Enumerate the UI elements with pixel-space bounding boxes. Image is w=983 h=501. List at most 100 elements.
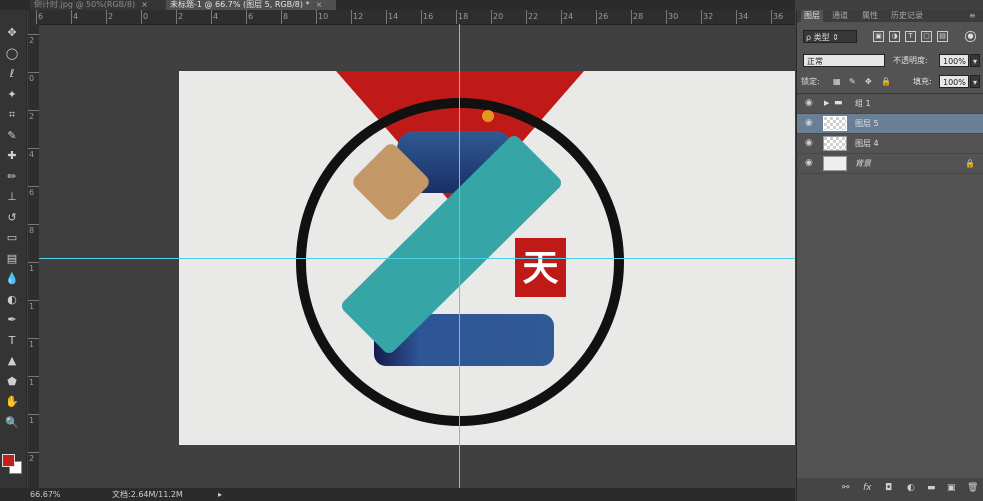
- document-workspace[interactable]: 天: [39, 25, 795, 488]
- tab-untitled-1[interactable]: 未标题-1 @ 66.7% (图层 5, RGB/8) * ×: [166, 0, 336, 10]
- blur-tool-icon[interactable]: 💧: [3, 270, 21, 287]
- ruler-label: 0: [143, 12, 149, 21]
- ruler-tick: [36, 10, 37, 24]
- filter-toggle-icon[interactable]: ●: [965, 31, 976, 42]
- ruler-label: 1: [29, 416, 35, 425]
- pen-tool-icon[interactable]: ✒: [3, 311, 21, 328]
- filter-type-select[interactable]: ρ 类型 ⇕: [803, 30, 857, 43]
- fx-icon[interactable]: fx: [863, 483, 872, 493]
- ruler-label: 1: [29, 264, 35, 273]
- ruler-tick: [316, 10, 317, 24]
- close-icon[interactable]: ×: [316, 0, 323, 9]
- eye-icon[interactable]: ◉: [805, 94, 813, 113]
- smart-object-filter-icon[interactable]: ▤: [937, 31, 948, 42]
- eye-icon[interactable]: ◉: [805, 134, 813, 153]
- tab-label: 倒计时.jpg @ 50%(RGB/8): [34, 0, 136, 9]
- healing-tool-icon[interactable]: ✚: [3, 147, 21, 164]
- panel-menu-icon[interactable]: ≡: [969, 10, 976, 22]
- tab-history[interactable]: 历史记录: [891, 10, 923, 22]
- close-icon[interactable]: ×: [141, 0, 148, 9]
- ruler-tick: [106, 10, 107, 24]
- tab-channels[interactable]: 通道: [832, 10, 848, 22]
- ruler-label: 8: [29, 226, 35, 235]
- fill-input[interactable]: 100%: [939, 75, 969, 88]
- eyedropper-tool-icon[interactable]: ✎: [3, 127, 21, 144]
- layer-thumbnail: [823, 156, 847, 171]
- hand-tool-icon[interactable]: ✋: [3, 393, 21, 410]
- ruler-tick: [771, 10, 772, 24]
- adjustment-filter-icon[interactable]: ◑: [889, 31, 900, 42]
- dodge-tool-icon[interactable]: ◐: [3, 291, 21, 308]
- ruler-tick: [351, 10, 352, 24]
- eye-icon[interactable]: ◉: [805, 154, 813, 173]
- ruler-tick: [246, 10, 247, 24]
- ruler-label: 6: [38, 12, 44, 21]
- ruler-horizontal[interactable]: 6 4 2 0 2 4 6 8 10 12 14 16 18 20 22 24 26 28 30 32 34 36: [28, 10, 795, 25]
- zoom-tool-icon[interactable]: 🔍: [3, 414, 21, 431]
- history-brush-tool-icon[interactable]: ↺: [3, 209, 21, 226]
- magic-wand-tool-icon[interactable]: ✦: [3, 86, 21, 103]
- lock-transparent-icon[interactable]: ▦: [833, 74, 841, 90]
- ruler-tick: [596, 10, 597, 24]
- shape-filter-icon[interactable]: ▢: [921, 31, 932, 42]
- ruler-tick: [736, 10, 737, 24]
- ruler-tick: [666, 10, 667, 24]
- ruler-label: 16: [423, 12, 434, 21]
- expand-arrow-icon[interactable]: ▶: [824, 94, 829, 113]
- document-tab-bar: 倒计时.jpg @ 50%(RGB/8) × 未标题-1 @ 66.7% (图层 …: [0, 0, 795, 10]
- opacity-dropdown-icon[interactable]: ▾: [970, 54, 980, 67]
- foreground-color-swatch[interactable]: [2, 454, 15, 467]
- ruler-label: 6: [29, 188, 35, 197]
- lock-all-icon[interactable]: 🔒: [881, 74, 891, 90]
- blend-mode-select[interactable]: 正常: [803, 54, 885, 67]
- ruler-label: 0: [29, 74, 35, 83]
- ruler-tick: [28, 376, 39, 377]
- layer-name: 图层 4: [855, 139, 879, 148]
- eraser-tool-icon[interactable]: ▭: [3, 229, 21, 246]
- lasso-tool-icon[interactable]: ℓ: [3, 65, 21, 82]
- opacity-input[interactable]: 100%: [939, 54, 969, 67]
- ruler-label: 28: [633, 12, 644, 21]
- fill-dropdown-icon[interactable]: ▾: [970, 75, 980, 88]
- ruler-vertical[interactable]: 2 0 2 4 6 8 1 1 1 1 1 2: [28, 24, 39, 488]
- crop-tool-icon[interactable]: ⌗: [3, 106, 21, 123]
- status-menu-arrow-icon[interactable]: ▸: [218, 488, 222, 501]
- shape-tool-icon[interactable]: ⬟: [3, 373, 21, 390]
- vertical-guide[interactable]: [459, 24, 460, 494]
- logo-character: 天: [522, 248, 558, 289]
- type-filter-icon[interactable]: T: [905, 31, 916, 42]
- layer-row-layer-4[interactable]: ◉ 图层 4: [797, 134, 983, 154]
- ruler-tick: [526, 10, 527, 24]
- lock-position-icon[interactable]: ✥: [865, 74, 872, 90]
- move-tool-icon[interactable]: ✥: [3, 24, 21, 41]
- gradient-tool-icon[interactable]: ▤: [3, 250, 21, 267]
- layer-row-background[interactable]: ◉ 背景 🔒: [797, 154, 983, 174]
- link-icon[interactable]: ⚯: [842, 483, 850, 493]
- type-tool-icon[interactable]: T: [3, 332, 21, 349]
- layer-row-layer-5[interactable]: ◉ 图层 5: [797, 114, 983, 134]
- pixel-filter-icon[interactable]: ▣: [873, 31, 884, 42]
- ruler-label: 30: [668, 12, 679, 21]
- eye-icon[interactable]: ◉: [805, 114, 813, 133]
- horizontal-guide[interactable]: [39, 258, 795, 259]
- brush-tool-icon[interactable]: ✏: [3, 168, 21, 185]
- marquee-tool-icon[interactable]: ◯: [3, 45, 21, 62]
- adjustment-icon[interactable]: ◐: [907, 483, 915, 493]
- ruler-tick: [211, 10, 212, 24]
- new-layer-icon[interactable]: ▣: [947, 483, 956, 493]
- stamp-tool-icon[interactable]: ⊥: [3, 188, 21, 205]
- mask-icon[interactable]: ◘: [885, 483, 892, 493]
- path-selection-tool-icon[interactable]: ▲: [3, 352, 21, 369]
- tab-countdown-jpg[interactable]: 倒计时.jpg @ 50%(RGB/8) ×: [30, 0, 166, 10]
- lock-pixels-icon[interactable]: ✎: [849, 74, 856, 90]
- ruler-label: 8: [283, 12, 289, 21]
- layer-row-group-1[interactable]: ◉ ▶ ▬ 组 1: [797, 94, 983, 114]
- ruler-label: 20: [493, 12, 504, 21]
- tab-layers[interactable]: 图层: [801, 10, 823, 22]
- layers-panel: 图层 通道 属性 历史记录 ≡ ρ 类型 ⇕ ▣ ◑ T ▢ ▤ ● 正常 不透…: [796, 10, 983, 501]
- tab-properties[interactable]: 属性: [862, 10, 878, 22]
- ruler-tick: [561, 10, 562, 24]
- folder-icon[interactable]: ▬: [927, 483, 936, 493]
- zoom-level[interactable]: 66.67%: [30, 488, 61, 501]
- trash-icon[interactable]: 🗑: [967, 483, 978, 493]
